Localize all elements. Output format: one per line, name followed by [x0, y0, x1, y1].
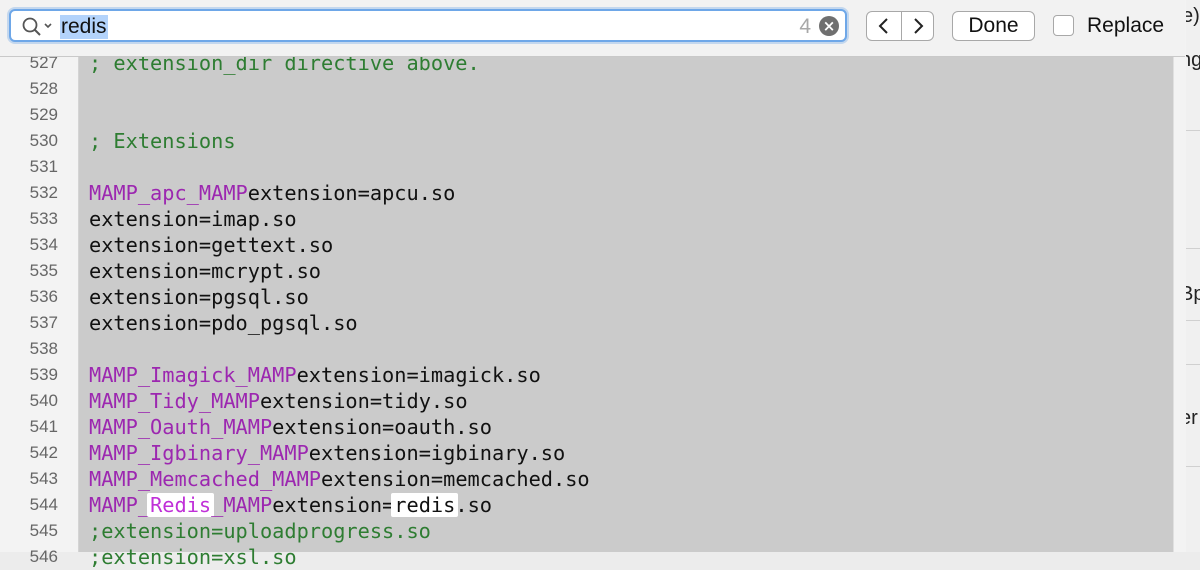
pane-text-fragment: e): [1186, 5, 1200, 27]
vertical-scrollbar[interactable]: [1173, 0, 1186, 552]
magnifier-dropdown-icon[interactable]: [21, 16, 55, 43]
pane-text-fragment: er: [1186, 407, 1198, 429]
line-number: 539: [29, 365, 58, 384]
line-number: 543: [29, 469, 58, 488]
search-match-highlight: Redis: [147, 493, 215, 517]
line-number: 545: [29, 521, 58, 540]
replace-label: Replace: [1087, 14, 1165, 37]
code-line: ;extension=uploadprogress.so: [89, 519, 431, 543]
code-line: MAMP_Igbinary_MAMPextension=igbinary.so: [89, 441, 566, 465]
adjacent-pane: e) ng Bp er: [1186, 0, 1200, 552]
line-number-gutter: 527 528 529 530 531 532 533 534 535 536 537 538 539 5…: [0, 0, 79, 566]
line-number: 536: [29, 287, 58, 306]
pane-divider: [1186, 466, 1200, 467]
code-line: MAMP_Imagick_MAMPextension=imagick.so: [89, 363, 541, 387]
search-field[interactable]: redis 4 ×: [9, 9, 847, 42]
chevron-left-icon: [878, 18, 888, 34]
line-number: 541: [29, 417, 58, 436]
next-match-button[interactable]: [901, 12, 933, 40]
pane-divider: [1186, 130, 1200, 131]
pane-text-fragment: Bp: [1186, 283, 1200, 305]
search-input-text[interactable]: redis: [60, 15, 108, 39]
search-match-highlight: redis: [391, 493, 459, 517]
previous-match-button[interactable]: [867, 12, 902, 40]
line-number: 546: [29, 547, 58, 566]
code-line: extension=pdo_pgsql.so: [89, 311, 358, 335]
pane-divider: [1186, 248, 1200, 249]
line-number: 528: [29, 79, 58, 98]
code-line: extension=gettext.so: [89, 233, 334, 257]
code-line: MAMP_Tidy_MAMPextension=tidy.so: [89, 389, 468, 413]
code-line: ;extension=xsl.so: [89, 545, 297, 569]
code-line: MAMP_Memcached_MAMPextension=memcached.s…: [89, 467, 590, 491]
line-number: 533: [29, 209, 58, 228]
pane-divider: [1186, 320, 1200, 321]
line-number: 542: [29, 443, 58, 462]
pane-text-fragment: ng: [1186, 49, 1200, 71]
done-button[interactable]: Done: [952, 11, 1035, 41]
clear-x-icon[interactable]: ×: [819, 16, 839, 36]
code-line: extension=pgsql.so: [89, 285, 309, 309]
line-number: 538: [29, 339, 58, 358]
replace-checkbox[interactable]: [1053, 15, 1074, 36]
line-number: 544: [29, 495, 58, 514]
line-number: 537: [29, 313, 58, 332]
code-line: MAMP_Redis_MAMPextension=redis.so: [89, 493, 492, 517]
code-line: ; Extensions: [89, 129, 236, 153]
find-bar: redis 4 × Done Replace: [0, 0, 1185, 57]
match-count: 4: [799, 15, 811, 38]
match-navigation: [866, 11, 934, 41]
pane-divider: [1186, 364, 1200, 365]
code-line: MAMP_apc_MAMPextension=apcu.so: [89, 181, 456, 205]
line-number: 532: [29, 183, 58, 202]
line-number: 534: [29, 235, 58, 254]
line-number: 530: [29, 131, 58, 150]
code-line: MAMP_Oauth_MAMPextension=oauth.so: [89, 415, 492, 439]
code-line: extension=mcrypt.so: [89, 259, 321, 283]
line-number: 535: [29, 261, 58, 280]
line-number: 529: [29, 105, 58, 124]
code-editor[interactable]: ; extension_dir directive above.; Extens…: [79, 0, 1173, 569]
code-line: extension=imap.so: [89, 207, 297, 231]
line-number: 540: [29, 391, 58, 410]
chevron-right-icon: [914, 18, 924, 34]
line-number: 531: [29, 157, 58, 176]
